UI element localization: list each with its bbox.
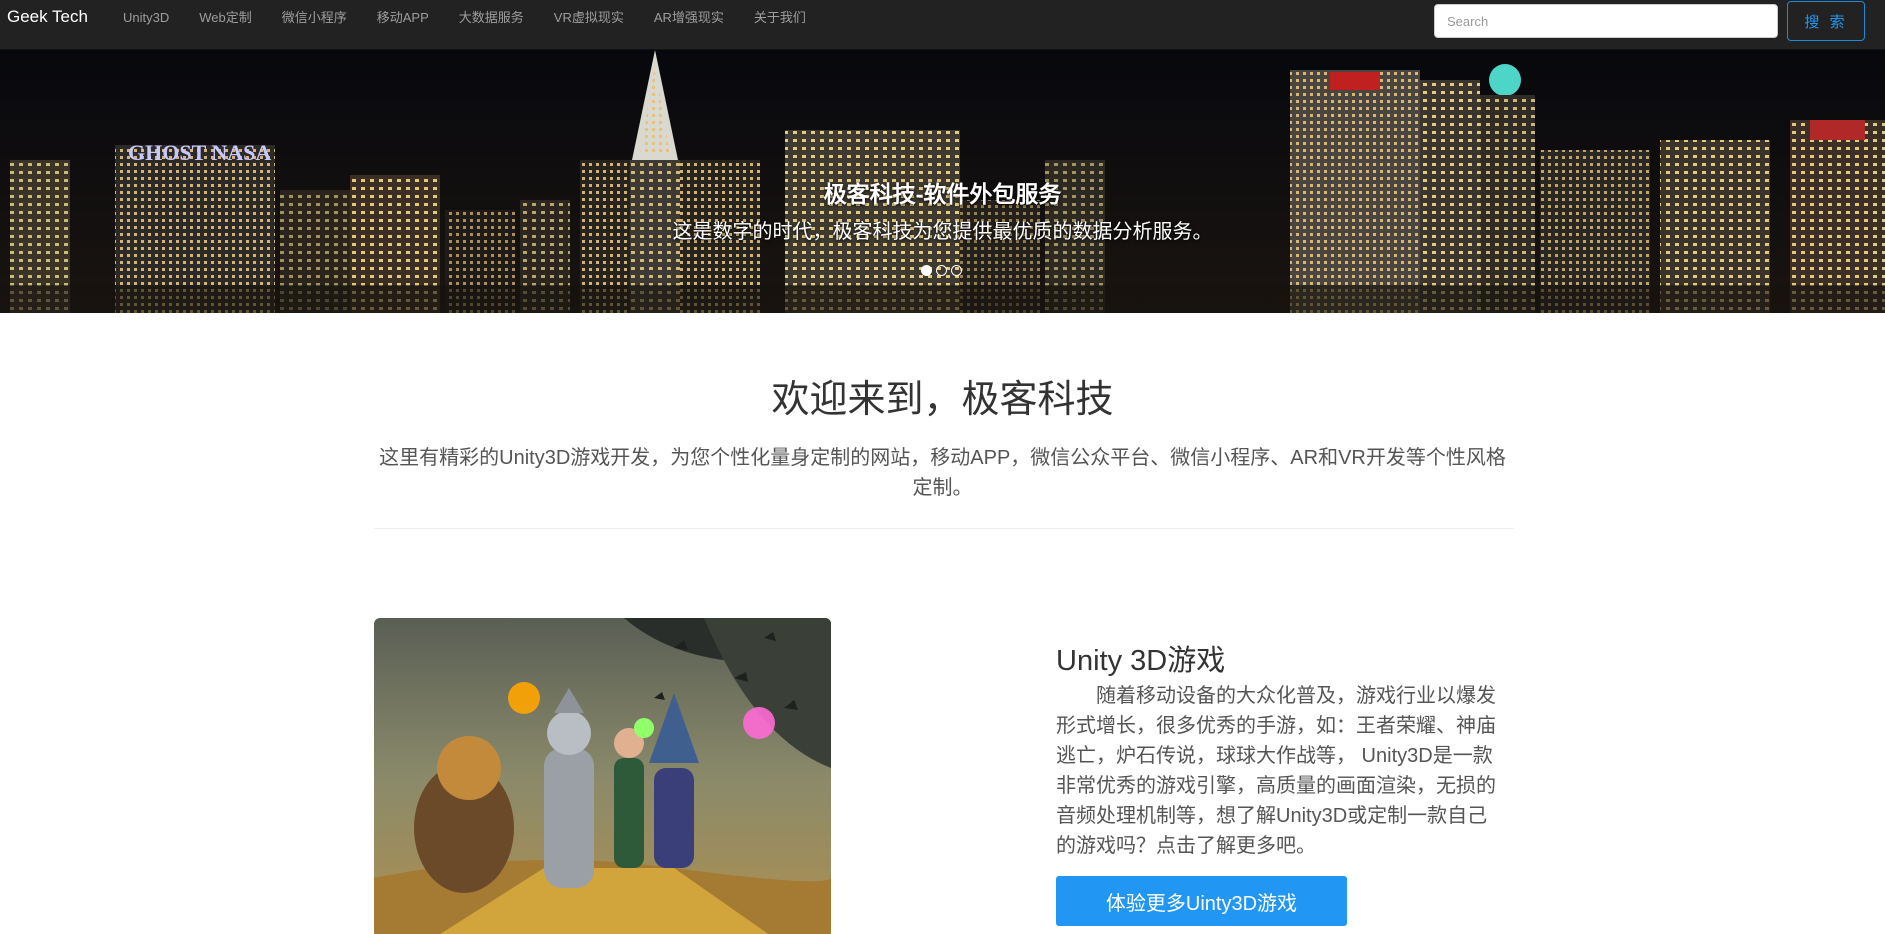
carousel-title: 极客科技-软件外包服务	[823, 181, 1062, 207]
carousel-indicator-1[interactable]	[921, 265, 932, 276]
welcome-description: 这里有精彩的Unity3D游戏开发，为您个性化量身定制的网站，移动APP，微信公…	[379, 447, 1506, 499]
top-navbar: Geek Tech Unity3D Web定制 微信小程序 移动APP 大数据服…	[0, 0, 1885, 50]
carousel-text: 这是数字的时代，极客科技为您提供最优质的数据分析服务。	[672, 221, 1213, 243]
brand-logo[interactable]: Geek Tech	[7, 7, 88, 27]
hero-carousel[interactable]: GHOST NASA 极客科技-软件外包服务 这是数字的时代，极客科技为您提供最…	[0, 50, 1885, 313]
carousel-indicator-3[interactable]	[951, 265, 962, 276]
search-button[interactable]: 搜 索	[1787, 1, 1865, 41]
nav-item-web[interactable]: Web定制	[184, 8, 267, 28]
search-input[interactable]	[1434, 4, 1778, 38]
welcome-title: 欢迎来到，极客科技	[771, 379, 1114, 421]
feature-title: Unity 3D游戏	[1056, 645, 1226, 677]
nav-item-mobile-app[interactable]: 移动APP	[362, 8, 444, 28]
nav-item-ar[interactable]: AR增强现实	[639, 8, 739, 28]
nav-item-unity3d[interactable]: Unity3D	[108, 8, 184, 28]
nav-menu: Unity3D Web定制 微信小程序 移动APP 大数据服务 VR虚拟现实 A…	[108, 8, 821, 28]
more-games-button[interactable]: 体验更多Uinty3D游戏	[1056, 876, 1347, 926]
nav-item-vr[interactable]: VR虚拟现实	[539, 8, 639, 28]
carousel-indicators	[921, 265, 962, 276]
unity-game-image	[374, 618, 831, 934]
nav-item-about[interactable]: 关于我们	[739, 8, 821, 28]
feature-description: 随着移动设备的大众化普及，游戏行业以爆发形式增长，很多优秀的手游，如：王者荣耀、…	[1056, 685, 1496, 857]
nav-item-miniprogram[interactable]: 微信小程序	[267, 8, 362, 28]
carousel-indicator-2[interactable]	[936, 265, 947, 276]
ghost-nasa-sign: GHOST NASA	[128, 140, 271, 165]
nav-item-bigdata[interactable]: 大数据服务	[444, 8, 539, 28]
section-divider	[374, 528, 1514, 529]
